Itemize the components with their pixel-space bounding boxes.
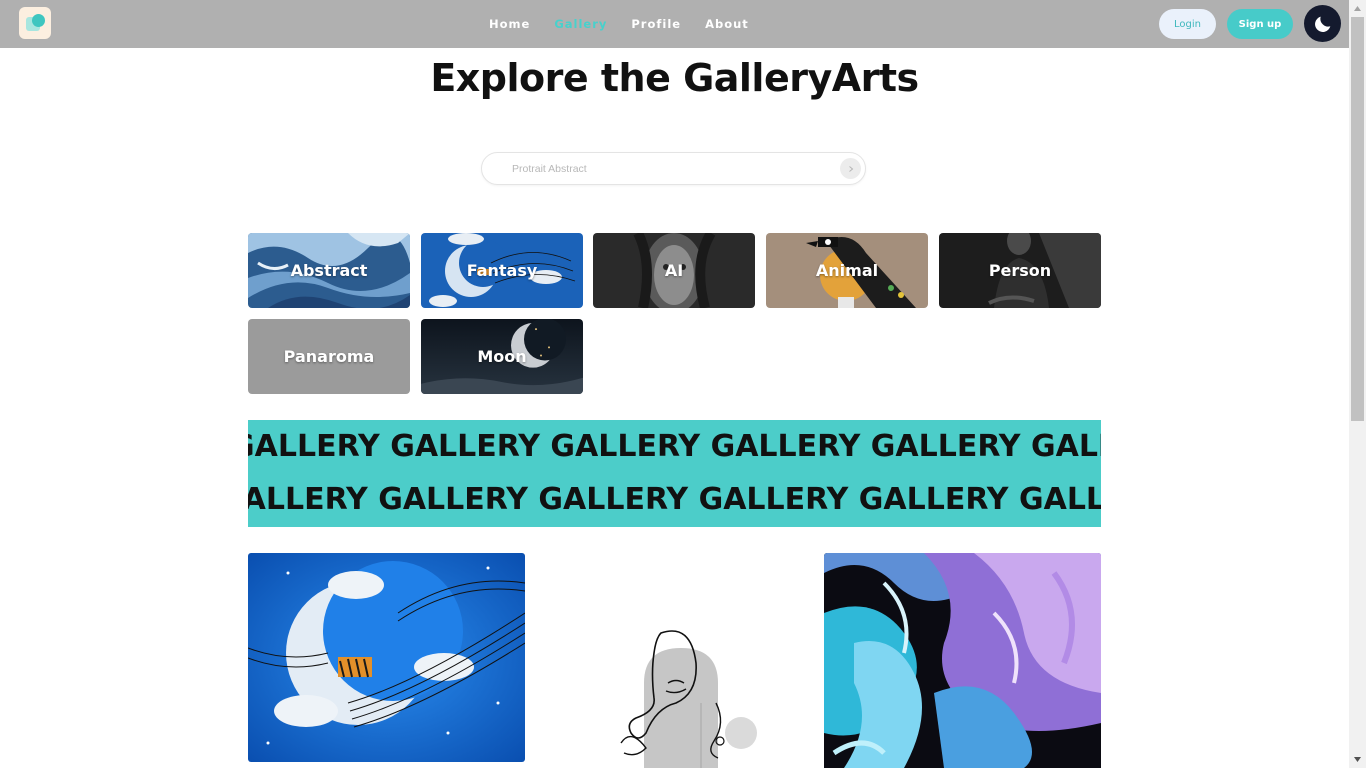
category-label: Fantasy xyxy=(466,261,538,280)
category-label: Moon xyxy=(477,347,527,366)
gallery-image-fantasy-moon[interactable] xyxy=(248,553,525,762)
logo[interactable] xyxy=(19,7,51,39)
navbar: Home Gallery Profile About Login Sign up xyxy=(0,0,1349,48)
theme-toggle-button[interactable] xyxy=(1304,5,1341,42)
nav-link-profile[interactable]: Profile xyxy=(631,17,681,31)
arrow-right-icon xyxy=(848,165,853,172)
nav-link-home[interactable]: Home xyxy=(489,17,530,31)
gallery-image-line-portrait[interactable] xyxy=(536,553,813,768)
category-animal[interactable]: Animal xyxy=(766,233,928,308)
nav-links: Home Gallery Profile About xyxy=(489,0,773,48)
category-ai[interactable]: AI xyxy=(593,233,755,308)
marquee-line: GALLERY GALLERY GALLERY GALLERY GALLERY … xyxy=(248,429,1101,464)
search-input[interactable] xyxy=(512,153,832,184)
abstract-swirl-image xyxy=(824,553,1101,768)
scroll-down-arrow-icon[interactable] xyxy=(1349,751,1366,768)
signup-button[interactable]: Sign up xyxy=(1227,9,1293,39)
login-button[interactable]: Login xyxy=(1159,9,1216,39)
gallery-marquee-banner: GALLERY GALLERY GALLERY GALLERY GALLERY … xyxy=(248,420,1101,527)
line-portrait-image xyxy=(536,553,813,768)
category-person[interactable]: Person xyxy=(939,233,1101,308)
search-submit-button[interactable] xyxy=(840,158,861,179)
nav-link-gallery[interactable]: Gallery xyxy=(554,17,607,31)
moon-icon xyxy=(1314,16,1330,32)
scroll-up-arrow-icon[interactable] xyxy=(1349,0,1366,17)
page-scrollbar[interactable] xyxy=(1349,0,1366,768)
page-title: Explore the GalleryArts xyxy=(430,56,919,100)
category-label: Person xyxy=(988,261,1052,280)
search-bar xyxy=(481,152,866,185)
category-label: Panaroma xyxy=(283,347,375,366)
category-moon[interactable]: Moon xyxy=(421,319,583,394)
category-label: Animal xyxy=(815,261,879,280)
nav-link-about[interactable]: About xyxy=(705,17,749,31)
category-abstract[interactable]: Abstract xyxy=(248,233,410,308)
fantasy-moon-image xyxy=(248,553,525,762)
category-fantasy[interactable]: Fantasy xyxy=(421,233,583,308)
marquee-line: GALLERY GALLERY GALLERY GALLERY GALLERY … xyxy=(248,482,1101,517)
gallery-image-abstract-swirl[interactable] xyxy=(824,553,1101,768)
category-panaroma[interactable]: Panaroma xyxy=(248,319,410,394)
category-label: AI xyxy=(664,261,684,280)
category-label: Abstract xyxy=(290,261,368,280)
scroll-thumb[interactable] xyxy=(1351,17,1364,421)
